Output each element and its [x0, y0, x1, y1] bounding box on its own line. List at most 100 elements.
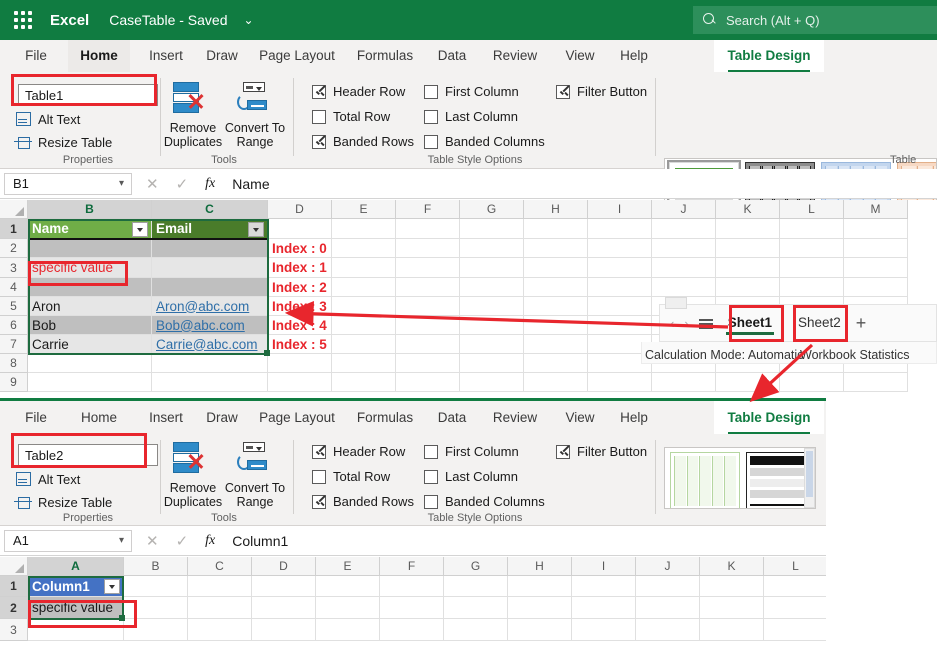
cell-J4[interactable] [652, 278, 716, 297]
cell-C3[interactable] [152, 258, 268, 278]
cell-I2[interactable] [588, 239, 652, 258]
cell-B9[interactable] [28, 373, 152, 392]
tab-draw[interactable]: Draw [198, 40, 246, 72]
checkbox-first-column[interactable]: First Column [424, 84, 519, 99]
cell-G1-2[interactable] [444, 576, 508, 597]
row-header-2-2[interactable]: 2 [0, 597, 28, 619]
cell-D8[interactable] [268, 354, 332, 373]
cell-G6[interactable] [460, 316, 524, 335]
cell-D4[interactable]: Index : 2 [268, 278, 332, 297]
cell-D3-2[interactable] [252, 619, 316, 641]
cell-H3[interactable] [524, 258, 588, 278]
cell-L3[interactable] [780, 258, 844, 278]
cell-I5[interactable] [588, 297, 652, 316]
cell-G5[interactable] [460, 297, 524, 316]
cell-H2-2[interactable] [508, 597, 572, 619]
row-header-1-2[interactable]: 1 [0, 576, 28, 597]
cell-K3[interactable] [716, 258, 780, 278]
cell-F6[interactable] [396, 316, 460, 335]
workbook-statistics-label[interactable]: Workbook Statistics [800, 348, 910, 362]
name-box[interactable]: B1 ▾ [4, 172, 132, 195]
column-header-K[interactable]: K [716, 200, 780, 219]
cell-B5[interactable]: Aron [28, 297, 152, 316]
cell-F5[interactable] [396, 297, 460, 316]
filter-dropdown-icon[interactable] [248, 222, 264, 237]
cell-G7[interactable] [460, 335, 524, 354]
cell-E3[interactable] [332, 258, 396, 278]
cell-G8[interactable] [460, 354, 524, 373]
cell-D6[interactable]: Index : 4 [268, 316, 332, 335]
column-header-A-2[interactable]: A [28, 557, 124, 576]
checkbox-first-column-2[interactable]: First Column [424, 444, 519, 459]
cell-C2-2[interactable] [188, 597, 252, 619]
cell-G1[interactable] [460, 219, 524, 239]
checkbox-banded-columns[interactable]: Banded Columns [424, 134, 545, 149]
checkbox-total-row-2[interactable]: Total Row [312, 469, 390, 484]
cell-E6[interactable] [332, 316, 396, 335]
column-header-L-2[interactable]: L [764, 557, 826, 576]
tab-insert-2[interactable]: Insert [138, 401, 194, 434]
cell-H8[interactable] [524, 354, 588, 373]
column-header-H[interactable]: H [524, 200, 588, 219]
remove-duplicates-button-2[interactable]: Remove Duplicates [162, 440, 224, 509]
insert-function-icon[interactable]: fx [205, 533, 215, 549]
table-header-cell-column1[interactable]: Column1 [28, 576, 124, 597]
cell-D3[interactable]: Index : 1 [268, 258, 332, 278]
checkbox-banded-rows-2[interactable]: Banded Rows [312, 494, 414, 509]
column-header-I-2[interactable]: I [572, 557, 636, 576]
cell-D5[interactable]: Index : 3 [268, 297, 332, 316]
column-header-G-2[interactable]: G [444, 557, 508, 576]
cell-C3-2[interactable] [188, 619, 252, 641]
cell-I2-2[interactable] [572, 597, 636, 619]
all-sheets-icon[interactable] [698, 318, 713, 329]
tab-data-2[interactable]: Data [428, 401, 476, 434]
row-header-6[interactable]: 6 [0, 316, 28, 335]
cell-J2-2[interactable] [636, 597, 700, 619]
cell-C8[interactable] [152, 354, 268, 373]
tab-view[interactable]: View [554, 40, 606, 72]
cell-F2-2[interactable] [380, 597, 444, 619]
cell-G2[interactable] [460, 239, 524, 258]
cell-J1-2[interactable] [636, 576, 700, 597]
cell-F2[interactable] [396, 239, 460, 258]
cell-K2[interactable] [716, 239, 780, 258]
add-sheet-button[interactable]: + [856, 313, 867, 334]
remove-duplicates-button[interactable]: Remove Duplicates [162, 80, 224, 149]
next-sheet-icon[interactable]: › [684, 316, 688, 331]
chevron-down-icon[interactable]: ▾ [111, 178, 124, 189]
checkbox-last-column-2[interactable]: Last Column [424, 469, 518, 484]
cell-I3[interactable] [588, 258, 652, 278]
column-header-F-2[interactable]: F [380, 557, 444, 576]
convert-to-range-button-2[interactable]: Convert To Range [224, 440, 286, 509]
alt-text-button-2[interactable]: Alt Text [14, 471, 80, 487]
cell-B8[interactable] [28, 354, 152, 373]
cell-D2[interactable]: Index : 0 [268, 239, 332, 258]
tab-draw-2[interactable]: Draw [198, 401, 246, 434]
cell-C5[interactable]: Aron@abc.com [152, 297, 268, 316]
confirm-formula-icon[interactable]: ✓ [176, 175, 189, 193]
cell-G3-2[interactable] [444, 619, 508, 641]
cell-D9[interactable] [268, 373, 332, 392]
select-all-corner[interactable] [0, 200, 28, 219]
cell-C4[interactable] [152, 278, 268, 297]
cell-G3[interactable] [460, 258, 524, 278]
cell-E2-2[interactable] [316, 597, 380, 619]
tab-table-design-2[interactable]: Table Design [714, 401, 824, 434]
cell-M1[interactable] [844, 219, 908, 239]
tab-data[interactable]: Data [428, 40, 476, 72]
checkbox-filter-button[interactable]: Filter Button [556, 84, 647, 99]
cell-E2[interactable] [332, 239, 396, 258]
cell-M4[interactable] [844, 278, 908, 297]
table-styles-gallery-secondary[interactable] [664, 447, 816, 509]
cell-L4[interactable] [780, 278, 844, 297]
cell-G4[interactable] [460, 278, 524, 297]
cell-B6[interactable]: Bob [28, 316, 152, 335]
cell-M3[interactable] [844, 258, 908, 278]
prev-sheet-icon[interactable]: ‹ [670, 316, 674, 331]
cell-C7[interactable]: Carrie@abc.com [152, 335, 268, 354]
table-header-cell-email[interactable]: Email [152, 219, 268, 239]
filter-dropdown-icon[interactable] [104, 579, 120, 594]
cell-I3-2[interactable] [572, 619, 636, 641]
cell-G9[interactable] [460, 373, 524, 392]
gallery-scrollbar[interactable] [804, 448, 815, 508]
